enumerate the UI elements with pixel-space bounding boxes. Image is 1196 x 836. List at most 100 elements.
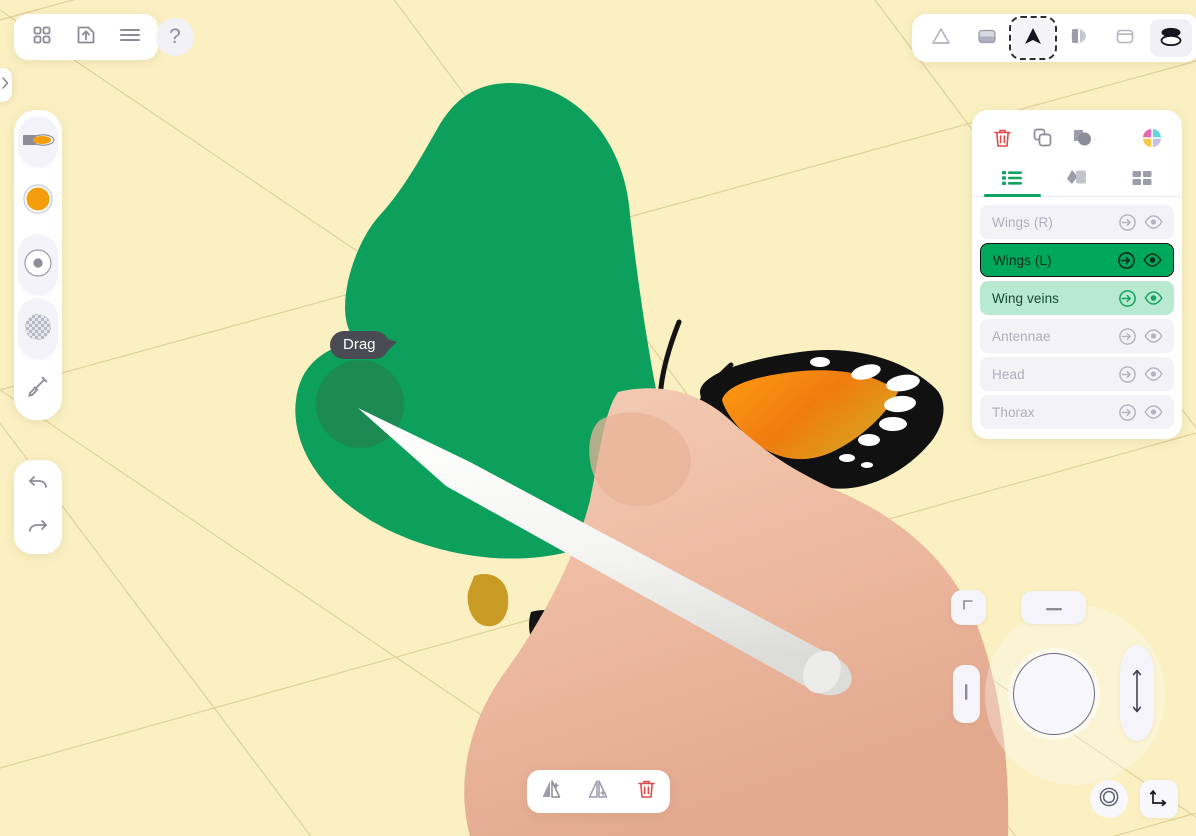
mode-frame[interactable]	[1104, 19, 1146, 57]
orbit-control[interactable]	[1013, 653, 1095, 735]
brush-preview[interactable]	[18, 116, 58, 168]
flip-vertical-button[interactable]	[532, 775, 570, 809]
delete-selection-button[interactable]	[627, 775, 665, 809]
isolate-layer-icon[interactable]	[1114, 209, 1140, 235]
bottom-toolbar	[527, 770, 670, 813]
shapes-icon	[1065, 168, 1089, 192]
layer-name: Head	[992, 366, 1025, 382]
help-button[interactable]: ?	[156, 18, 194, 56]
mode-select-cursor[interactable]	[1009, 16, 1057, 60]
stacked-pills-icon	[1158, 24, 1184, 53]
nav-top-button[interactable]	[1021, 591, 1086, 624]
layer-row-antennae[interactable]: Antennae	[980, 319, 1174, 353]
merge-shapes-icon	[1071, 127, 1093, 153]
layer-row-head[interactable]: Head	[980, 357, 1174, 391]
toggle-visibility-icon[interactable]	[1140, 285, 1166, 311]
focus-target-button[interactable]	[1090, 780, 1128, 818]
isolate-layer-icon[interactable]	[1114, 285, 1140, 311]
eyedropper-icon	[26, 374, 50, 403]
mode-half-fill[interactable]	[966, 19, 1008, 57]
triangle-outline-icon	[929, 24, 953, 53]
axes-transform-icon	[1148, 786, 1170, 813]
toggle-visibility-icon[interactable]	[1140, 209, 1166, 235]
layer-name: Wings (R)	[992, 214, 1053, 230]
toggle-visibility-icon[interactable]	[1140, 399, 1166, 425]
duplicate-icon	[1032, 127, 1053, 153]
undo-button[interactable]	[19, 466, 57, 504]
mode-mirror[interactable]	[1058, 19, 1100, 57]
corner-bracket-icon	[962, 599, 975, 617]
nav-left-button[interactable]	[953, 665, 980, 723]
layer-row-thorax[interactable]: Thorax	[980, 395, 1174, 429]
merge-layers-button[interactable]	[1062, 124, 1102, 156]
isolate-layer-icon[interactable]	[1113, 247, 1139, 273]
eyedropper[interactable]	[18, 362, 58, 414]
half-filled-square-icon	[975, 24, 999, 53]
toggle-visibility-icon[interactable]	[1140, 361, 1166, 387]
opacity[interactable]	[18, 298, 58, 360]
concentric-circles-icon	[1098, 786, 1120, 813]
layer-row-wings-r[interactable]: Wings (R)	[980, 205, 1174, 239]
mode-layers-stack[interactable]	[1150, 19, 1192, 57]
tab-shapes[interactable]	[1045, 164, 1110, 196]
top-left-toolbar	[14, 14, 158, 60]
export-upload-icon	[75, 24, 97, 51]
history-panel	[14, 460, 62, 554]
drag-tooltip: Drag	[330, 331, 396, 359]
vertical-bar-icon	[964, 683, 969, 705]
nav-corner-button[interactable]	[951, 590, 986, 625]
trash-icon	[636, 778, 657, 805]
tab-grid[interactable]	[1109, 164, 1174, 196]
nav-vertical-pan-button[interactable]	[1120, 645, 1154, 741]
vertical-double-arrow-icon	[1130, 666, 1144, 721]
color-palette-button[interactable]	[1132, 124, 1172, 156]
toggle-visibility-icon[interactable]	[1140, 323, 1166, 349]
layer-actions-row	[972, 118, 1182, 164]
color-swatch[interactable]	[18, 170, 58, 232]
trash-icon	[992, 127, 1013, 154]
isolate-layer-icon[interactable]	[1114, 399, 1140, 425]
chevron-right-icon	[1, 76, 9, 94]
layer-list: Wings (R) Wings (L) Wing veins Antennae …	[972, 197, 1182, 429]
tab-layers[interactable]	[980, 164, 1045, 197]
layer-name: Thorax	[992, 404, 1035, 420]
list-lines-icon	[1001, 169, 1023, 192]
rounded-frame-icon	[1113, 24, 1137, 53]
brush-size-icon	[22, 247, 54, 284]
filled-cursor-triangle-icon	[1021, 24, 1045, 53]
question-mark-icon: ?	[169, 25, 181, 48]
layer-tabs	[972, 164, 1182, 197]
color-circle-icon	[22, 183, 54, 220]
flip-horizontal-button[interactable]	[579, 775, 617, 809]
top-right-toolbar	[912, 14, 1196, 62]
layer-row-wing-veins[interactable]: Wing veins	[980, 281, 1174, 315]
layer-row-wings-l[interactable]: Wings (L)	[980, 243, 1174, 277]
opacity-checker-icon	[23, 312, 53, 347]
undo-arrow-icon	[27, 473, 49, 498]
menu-button[interactable]	[112, 19, 148, 55]
grid-view-button[interactable]	[24, 19, 60, 55]
export-button[interactable]	[68, 19, 104, 55]
mirror-split-icon	[1067, 24, 1091, 53]
layer-name: Wing veins	[992, 290, 1060, 306]
brush-size[interactable]	[18, 234, 58, 296]
duplicate-layer-button[interactable]	[1022, 124, 1062, 156]
color-palette-icon	[1141, 127, 1163, 154]
isolate-layer-icon[interactable]	[1114, 361, 1140, 387]
axes-transform-button[interactable]	[1140, 780, 1178, 818]
brush-stroke-icon	[21, 130, 55, 155]
layers-panel: Wings (R) Wings (L) Wing veins Antennae …	[972, 110, 1182, 439]
hamburger-menu-icon	[119, 26, 141, 49]
flip-horizontal-icon	[587, 778, 609, 805]
flip-vertical-icon	[540, 778, 562, 805]
layer-name: Wings (L)	[993, 252, 1052, 268]
delete-layer-button[interactable]	[982, 124, 1022, 156]
isolate-layer-icon[interactable]	[1114, 323, 1140, 349]
left-panel-expander[interactable]	[0, 68, 12, 102]
mode-outline-triangle[interactable]	[920, 19, 962, 57]
redo-arrow-icon	[27, 517, 49, 542]
redo-button[interactable]	[19, 510, 57, 548]
grid-blocks-icon	[1131, 169, 1153, 192]
toggle-visibility-icon[interactable]	[1139, 247, 1165, 273]
layer-name: Antennae	[992, 328, 1051, 344]
